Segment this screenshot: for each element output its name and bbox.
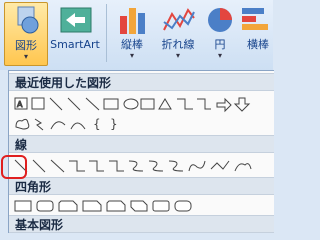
pie-chart-label: 円 <box>214 38 226 51</box>
line-chart-label: 折れ線 <box>161 38 195 51</box>
ribbon: 図形 ▾ SmartArt 縦棒 ▾ 折れ線 ▾ 円 ▾ 横棒 <box>0 0 273 70</box>
chevron-down-icon: ▾ <box>175 51 180 60</box>
bar-chart-label: 横棒 <box>247 38 269 51</box>
svg-text:{: { <box>93 117 101 131</box>
column-chart-icon <box>112 2 152 36</box>
line-shapes-icons[interactable] <box>13 157 275 175</box>
smartart-label: SmartArt <box>50 38 100 51</box>
smartart-button[interactable]: SmartArt <box>50 2 100 64</box>
line-chart-icon <box>158 2 198 36</box>
recent-shapes-header: 最近使用した図形 <box>9 73 274 91</box>
chevron-down-icon: ▾ <box>217 51 222 60</box>
bar-chart-icon <box>238 2 278 36</box>
rectangle-shapes-icons[interactable] <box>13 197 203 215</box>
column-chart-label: 縦棒 <box>121 38 143 51</box>
line-chart-button[interactable]: 折れ線 ▾ <box>158 2 198 64</box>
pie-chart-icon <box>200 2 240 36</box>
chevron-down-icon: ▾ <box>23 52 28 61</box>
bar-chart-button[interactable]: 横棒 <box>242 2 274 64</box>
svg-text:}: } <box>110 117 118 131</box>
pie-chart-button[interactable]: 円 ▾ <box>200 2 240 64</box>
recent-shapes-icons-2[interactable]: { } <box>13 115 133 133</box>
lines-header: 線 <box>9 135 274 153</box>
recent-shapes-icons[interactable]: A <box>13 95 275 113</box>
shapes-icon <box>6 3 46 37</box>
svg-text:A: A <box>17 100 23 109</box>
smartart-icon <box>55 2 95 36</box>
chevron-down-icon: ▾ <box>129 51 134 60</box>
basic-shapes-header: 基本図形 <box>9 215 274 233</box>
shapes-dropdown: 最近使用した図形 A {} 線 四角形 基本図形 <box>8 70 274 233</box>
column-chart-button[interactable]: 縦棒 ▾ <box>112 2 152 64</box>
selection-highlight <box>1 155 27 179</box>
ribbon-separator <box>106 4 107 62</box>
shapes-button[interactable]: 図形 ▾ <box>4 2 48 66</box>
rectangles-header: 四角形 <box>9 177 274 195</box>
shapes-label: 図形 <box>15 39 37 52</box>
